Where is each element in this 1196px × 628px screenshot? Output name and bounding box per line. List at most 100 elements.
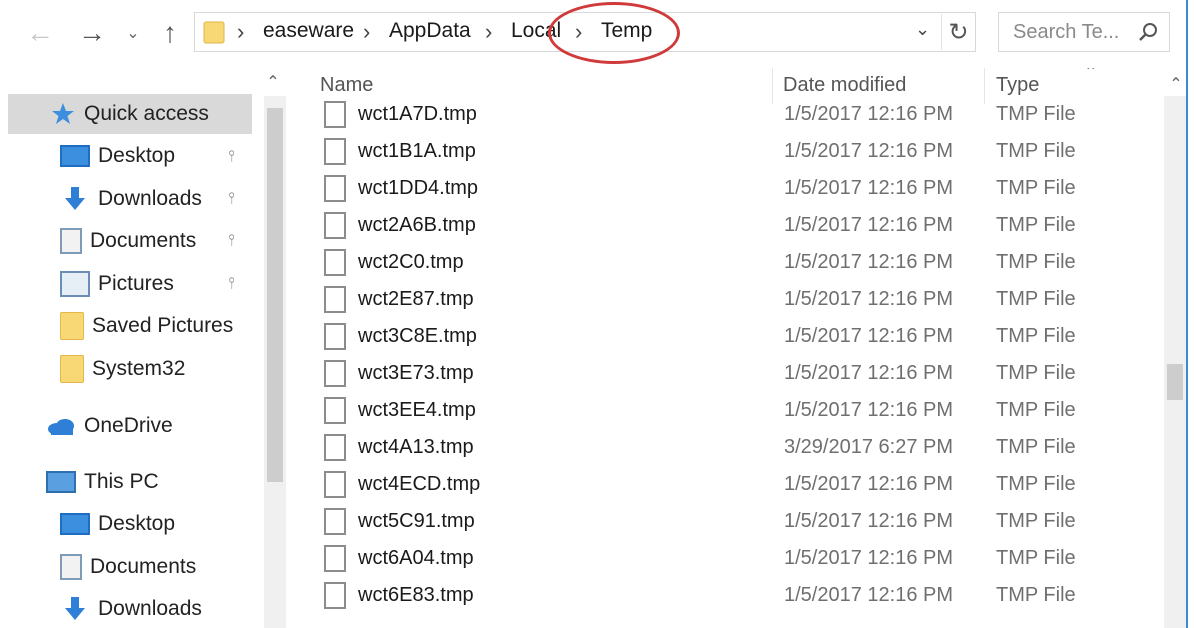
file-type: TMP File [996,325,1076,347]
file-type: TMP File [996,362,1076,384]
file-type: TMP File [996,584,1076,606]
breadcrumb-separator[interactable]: › [485,19,492,45]
sidebar-item-onedrive[interactable]: OneDrive [46,406,173,446]
column-header-name[interactable]: Name [320,74,373,97]
file-row[interactable]: wct6A04.tmp 1/5/2017 12:16 PM TMP File [286,540,1162,577]
download-arrow-icon [65,597,85,620]
folder-icon [203,21,225,44]
pin-icon[interactable]: ⫯ [228,232,235,250]
document-icon [60,228,82,254]
file-icon [324,434,346,461]
file-list-scrollbar-thumb[interactable] [1167,364,1183,400]
file-name: wct1B1A.tmp [358,140,476,162]
file-type: TMP File [996,103,1076,125]
sidebar-item-desktop[interactable]: Desktop [60,136,175,176]
file-row[interactable]: wct2E87.tmp 1/5/2017 12:16 PM TMP File [286,281,1162,318]
file-name: wct6A04.tmp [358,547,474,569]
sidebar-item-pc-desktop[interactable]: Desktop [60,504,175,544]
back-button[interactable]: ← [20,14,60,52]
sidebar-item-label: Downloads [98,187,202,210]
up-folder-button[interactable]: ↑ [150,14,190,52]
file-type: TMP File [996,140,1076,162]
sidebar-item-system32[interactable]: System32 [60,349,185,389]
file-date-modified: 1/5/2017 12:16 PM [784,325,954,347]
sidebar-item-downloads[interactable]: Downloads [60,179,202,219]
file-row[interactable]: wct2A6B.tmp 1/5/2017 12:16 PM TMP File [286,207,1162,244]
pin-icon[interactable]: ⫯ [228,190,235,208]
file-icon [324,582,346,609]
search-icon[interactable] [1137,21,1159,43]
pin-icon[interactable]: ⫯ [228,148,235,166]
file-row[interactable]: wct3EE4.tmp 1/5/2017 12:16 PM TMP File [286,392,1162,429]
recent-locations-button[interactable]: ⌄ [120,14,146,52]
sidebar-item-pc-downloads[interactable]: Downloads [60,589,202,628]
file-row[interactable]: wct4ECD.tmp 1/5/2017 12:16 PM TMP File [286,466,1162,503]
sidebar-item-pc-documents[interactable]: Documents [60,547,196,587]
file-row[interactable]: wct1A7D.tmp 1/5/2017 12:16 PM TMP File [286,96,1162,133]
column-header-date-modified[interactable]: Date modified [783,74,906,97]
file-row[interactable]: wct5C91.tmp 1/5/2017 12:16 PM TMP File [286,503,1162,540]
file-name: wct3E73.tmp [358,362,474,384]
file-icon [324,397,346,424]
scroll-up-arrow-icon[interactable]: ⌃ [1166,74,1186,94]
computer-icon [46,471,76,493]
forward-button[interactable]: → [72,14,112,52]
file-row[interactable]: wct4A13.tmp 3/29/2017 6:27 PM TMP File [286,429,1162,466]
file-row[interactable]: wct3C8E.tmp 1/5/2017 12:16 PM TMP File [286,318,1162,355]
address-dropdown-icon[interactable]: ⌄ [915,19,930,40]
sort-ascending-icon: ⌃ [1084,68,1098,81]
file-row[interactable]: wct6E83.tmp 1/5/2017 12:16 PM TMP File [286,577,1162,614]
file-name: wct6E83.tmp [358,584,474,606]
pin-icon[interactable]: ⫯ [228,275,235,293]
file-icon [324,138,346,165]
nav-scrollbar[interactable] [264,96,286,628]
file-icon [324,175,346,202]
sidebar-item-label: System32 [92,357,186,380]
scroll-up-arrow-icon[interactable]: ⌃ [262,72,284,94]
column-header-type[interactable]: Type [996,74,1039,97]
file-name: wct2E87.tmp [358,288,474,310]
desktop-icon [60,145,90,167]
file-date-modified: 1/5/2017 12:16 PM [784,288,954,310]
file-row[interactable]: wct2C0.tmp 1/5/2017 12:16 PM TMP File [286,244,1162,281]
sidebar-item-label: Documents [90,555,197,578]
file-type: TMP File [996,399,1076,421]
file-icon [324,249,346,276]
sidebar-item-saved-pictures[interactable]: Saved Pictures [60,306,233,346]
nav-scrollbar-thumb[interactable] [267,108,283,482]
sidebar-item-label: Desktop [98,144,176,167]
sidebar-item-label: Quick access [84,102,209,125]
file-type: TMP File [996,510,1076,532]
sidebar-item-this-pc[interactable]: This PC [46,462,159,502]
pictures-icon [60,271,90,297]
breadcrumb-separator[interactable]: › [237,19,244,45]
file-name: wct1A7D.tmp [358,103,477,125]
file-type: TMP File [996,214,1076,236]
file-date-modified: 1/5/2017 12:16 PM [784,399,954,421]
navigation-toolbar: ← → ⌄ ↑ › easeware › AppData › Local › T… [0,0,1196,68]
breadcrumb-appdata[interactable]: AppData [389,19,471,43]
file-icon [324,360,346,387]
file-row[interactable]: wct1DD4.tmp 1/5/2017 12:16 PM TMP File [286,170,1162,207]
file-name: wct4ECD.tmp [358,473,481,495]
file-name: wct1DD4.tmp [358,177,479,199]
folder-icon [60,312,84,340]
file-row[interactable]: wct1B1A.tmp 1/5/2017 12:16 PM TMP File [286,133,1162,170]
sidebar-item-pictures[interactable]: Pictures [60,264,174,304]
file-icon [324,286,346,313]
sidebar-item-quick-access[interactable]: Quick access [8,94,252,134]
breadcrumb-easeware[interactable]: easeware [263,19,354,43]
cloud-icon [48,419,74,435]
file-name: wct2A6B.tmp [358,214,476,236]
file-name: wct5C91.tmp [358,510,475,532]
file-row[interactable]: wct3E73.tmp 1/5/2017 12:16 PM TMP File [286,355,1162,392]
breadcrumb-separator[interactable]: › [363,19,370,45]
file-list-scrollbar[interactable] [1164,96,1186,628]
file-name: wct2C0.tmp [358,251,464,273]
search-placeholder: Search Te... [1013,21,1120,43]
refresh-button[interactable]: ↻ [941,14,975,50]
search-input[interactable]: Search Te... [998,12,1170,52]
sidebar-item-label: Pictures [98,272,174,295]
sidebar-item-documents[interactable]: Documents [60,221,196,261]
file-list-pane: Name Date modified Type ⌃ wct1A7D.tmp 1/5… [286,68,1162,628]
